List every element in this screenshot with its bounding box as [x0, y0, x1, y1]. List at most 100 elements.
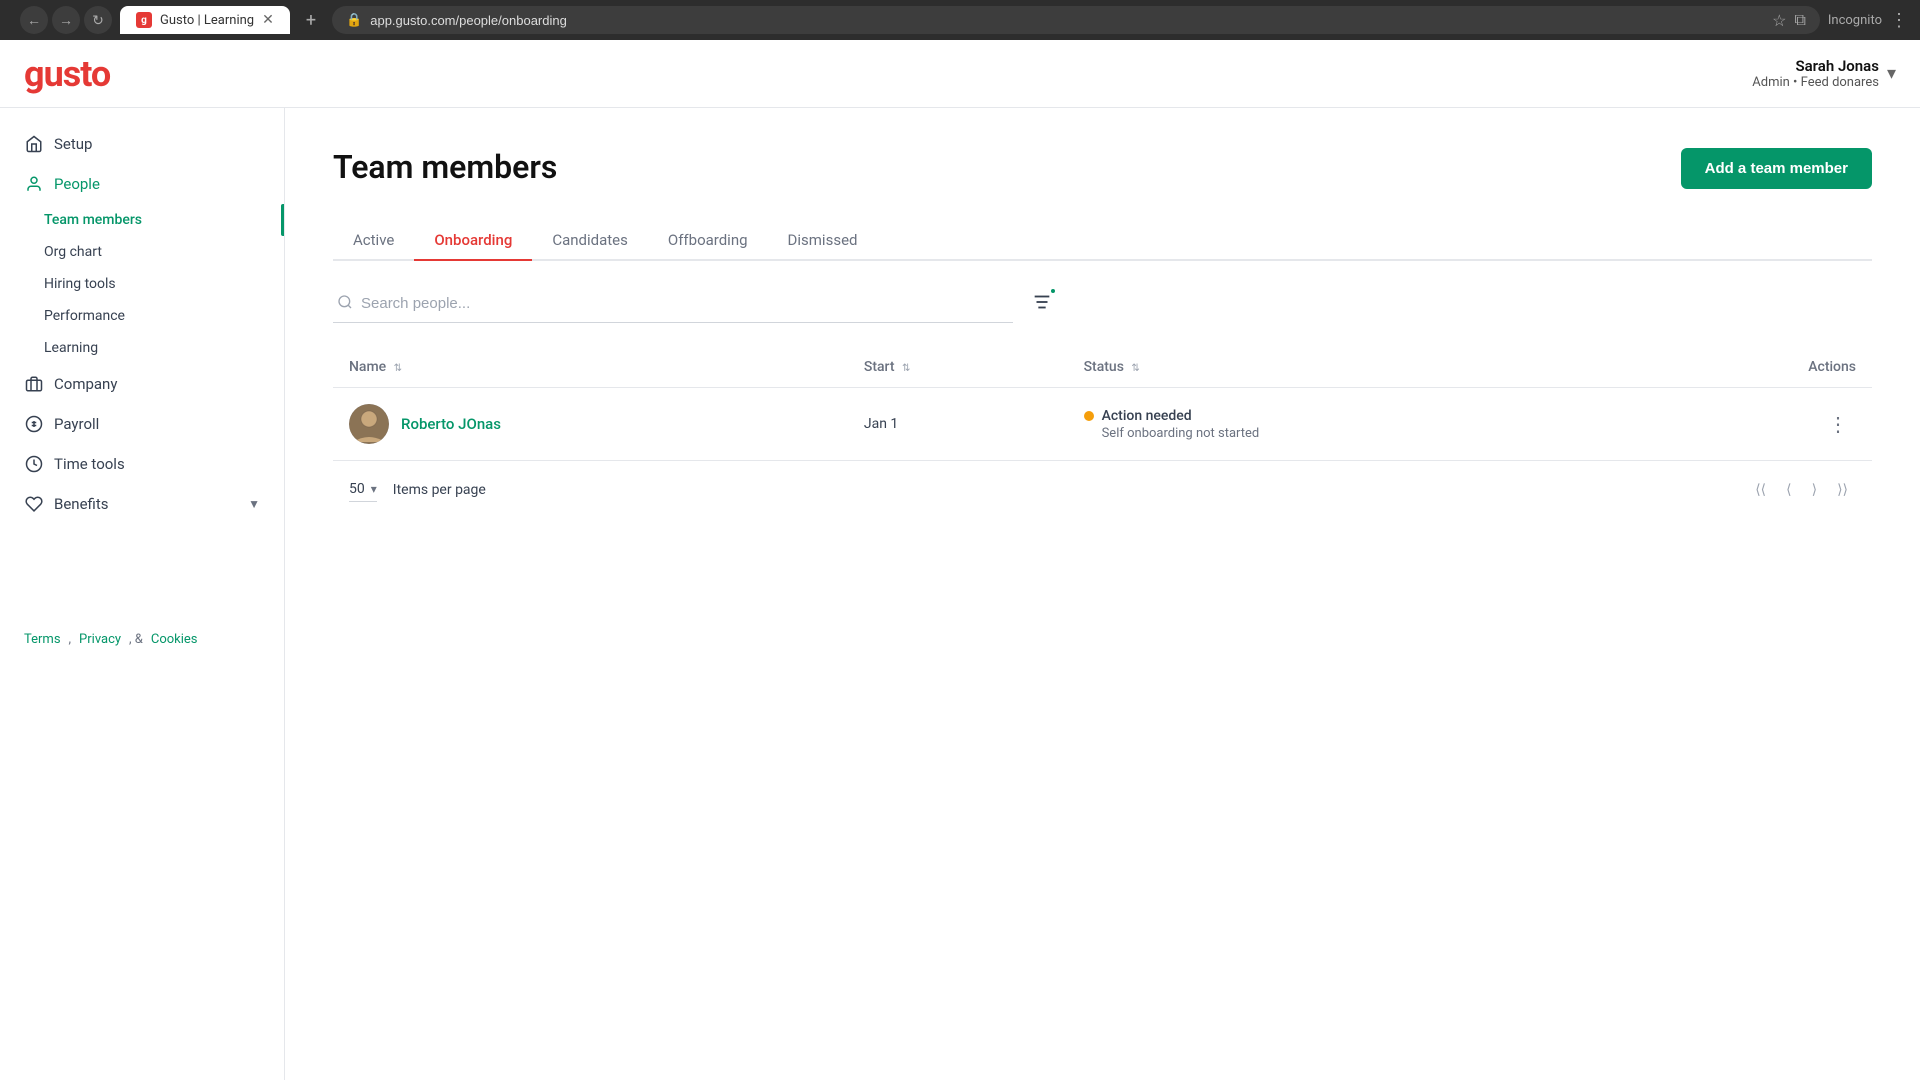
per-page-arrow-icon[interactable]: ▾	[371, 482, 377, 496]
sidebar-item-people[interactable]: People	[0, 164, 284, 204]
col-name[interactable]: Name ⇅	[333, 347, 848, 388]
split-view-icon[interactable]: ⧉	[1794, 10, 1805, 30]
tab-onboarding[interactable]: Onboarding	[414, 221, 532, 261]
member-name-link[interactable]: Roberto JOnas	[401, 415, 501, 433]
user-name: Sarah Jonas	[1752, 57, 1879, 75]
building-icon	[24, 374, 44, 394]
sidebar-item-setup[interactable]: Setup	[0, 124, 284, 164]
heart-icon	[24, 494, 44, 514]
sidebar-item-label-time-tools: Time tools	[54, 455, 125, 473]
col-actions: Actions	[1649, 347, 1872, 388]
comma1: ,	[69, 632, 72, 647]
next-page-button[interactable]: ⟩	[1804, 477, 1825, 502]
chevron-down-icon[interactable]: ▾	[1887, 63, 1896, 84]
main-layout: Setup People Team members Org chart Hiri…	[0, 108, 1920, 1080]
tab-offboarding[interactable]: Offboarding	[648, 221, 768, 261]
forward-button[interactable]: →	[52, 6, 80, 34]
avatar	[349, 404, 389, 444]
first-page-button[interactable]: ⟨⟨	[1747, 477, 1774, 502]
menu-icon[interactable]: ⋮	[1890, 10, 1908, 31]
sidebar-item-label-people: People	[54, 175, 100, 193]
reload-button[interactable]: ↻	[84, 6, 112, 34]
row-actions-button[interactable]: ⋮	[1820, 408, 1856, 441]
cookies-link[interactable]: Cookies	[151, 632, 198, 647]
logo[interactable]: gusto	[24, 53, 110, 95]
sidebar-item-payroll[interactable]: Payroll	[0, 404, 284, 444]
sidebar-item-label-payroll: Payroll	[54, 415, 99, 433]
back-button[interactable]: ←	[20, 6, 48, 34]
search-input[interactable]	[361, 295, 1009, 312]
tab-title: Gusto | Learning	[160, 13, 254, 28]
tab-candidates[interactable]: Candidates	[532, 221, 648, 261]
privacy-link[interactable]: Privacy	[79, 632, 121, 647]
app-header: gusto Sarah Jonas Admin • Feed donares ▾	[0, 40, 1920, 108]
user-menu[interactable]: Sarah Jonas Admin • Feed donares ▾	[1752, 57, 1896, 90]
items-per-page-label: Items per page	[393, 482, 486, 498]
page-title: Team members	[333, 148, 557, 186]
add-team-member-button[interactable]: Add a team member	[1681, 148, 1872, 189]
sidebar-subitem-team-members[interactable]: Team members	[0, 204, 284, 236]
sidebar-item-label-setup: Setup	[54, 135, 92, 153]
sidebar-item-company[interactable]: Company	[0, 364, 284, 404]
page-navigation: ⟨⟨ ⟨ ⟩ ⟩⟩	[1747, 477, 1856, 502]
tab-dismissed[interactable]: Dismissed	[768, 221, 878, 261]
col-name-label: Name	[349, 359, 386, 375]
browser-chrome: ← → ↻ g Gusto | Learning ✕ + 🔒 ☆ ⧉ Incog…	[0, 0, 1920, 40]
tab-active[interactable]: Active	[333, 221, 414, 261]
col-status-label: Status	[1084, 359, 1124, 375]
member-cell: Roberto JOnas	[333, 388, 848, 461]
new-tab-button[interactable]: +	[298, 10, 324, 31]
last-page-button[interactable]: ⟩⟩	[1829, 477, 1856, 502]
sidebar-subitem-label-org-chart: Org chart	[44, 244, 102, 260]
clock-icon	[24, 454, 44, 474]
sort-start-icon[interactable]: ⇅	[902, 363, 910, 374]
sidebar-subitem-hiring-tools[interactable]: Hiring tools	[0, 268, 284, 300]
browser-tab[interactable]: g Gusto | Learning ✕	[120, 6, 290, 34]
member-status: Action needed Self onboarding not starte…	[1068, 388, 1649, 461]
sidebar-people-subitems: Team members Org chart Hiring tools Perf…	[0, 204, 284, 364]
sidebar-subitem-performance[interactable]: Performance	[0, 300, 284, 332]
separator: , &	[129, 632, 143, 647]
prev-page-button[interactable]: ⟨	[1778, 477, 1799, 502]
tab-favicon: g	[136, 12, 152, 28]
terms-link[interactable]: Terms	[24, 632, 61, 647]
page-header: Team members Add a team member	[333, 148, 1872, 189]
col-start[interactable]: Start ⇅	[848, 347, 1068, 388]
address-bar[interactable]	[370, 13, 1764, 28]
table-header: Name ⇅ Start ⇅ Status ⇅ Actions	[333, 347, 1872, 388]
home-icon	[24, 134, 44, 154]
sidebar-subitem-org-chart[interactable]: Org chart	[0, 236, 284, 268]
dollar-icon	[24, 414, 44, 434]
sidebar-subitem-label-team-members: Team members	[44, 212, 142, 228]
tab-close-button[interactable]: ✕	[262, 12, 274, 28]
tabs: Active Onboarding Candidates Offboarding…	[333, 221, 1872, 261]
sort-status-icon[interactable]: ⇅	[1131, 363, 1139, 374]
member-start: Jan 1	[848, 388, 1068, 461]
search-row	[333, 285, 1872, 323]
sidebar-item-label-benefits: Benefits	[54, 495, 109, 513]
sidebar-item-time-tools[interactable]: Time tools	[0, 444, 284, 484]
browser-actions: Incognito ⋮	[1828, 10, 1908, 31]
search-icon	[337, 294, 353, 314]
filter-button[interactable]	[1025, 285, 1059, 323]
sidebar: Setup People Team members Org chart Hiri…	[0, 108, 285, 1080]
sidebar-subitem-label-learning: Learning	[44, 340, 98, 356]
sidebar-subitem-learning[interactable]: Learning	[0, 332, 284, 364]
user-details: Sarah Jonas Admin • Feed donares	[1752, 57, 1879, 90]
per-page-select[interactable]: 50 ▾	[349, 477, 377, 502]
main-content: Team members Add a team member Active On…	[285, 108, 1920, 1080]
sidebar-item-benefits[interactable]: Benefits ▼	[0, 484, 284, 524]
col-status[interactable]: Status ⇅	[1068, 347, 1649, 388]
team-members-table: Name ⇅ Start ⇅ Status ⇅ Actions	[333, 347, 1872, 461]
benefits-expand-icon[interactable]: ▼	[248, 497, 260, 511]
table-row: Roberto JOnas Jan 1 Action needed Self o…	[333, 388, 1872, 461]
person-icon	[24, 174, 44, 194]
sort-name-icon[interactable]: ⇅	[394, 363, 402, 374]
sidebar-subitem-label-hiring-tools: Hiring tools	[44, 276, 116, 292]
sidebar-subitem-label-performance: Performance	[44, 308, 125, 324]
lock-icon: 🔒	[346, 13, 362, 28]
star-icon[interactable]: ☆	[1772, 11, 1786, 30]
status-label: Action needed	[1102, 408, 1192, 424]
app: gusto Sarah Jonas Admin • Feed donares ▾…	[0, 40, 1920, 1080]
filter-active-dot	[1049, 287, 1057, 295]
